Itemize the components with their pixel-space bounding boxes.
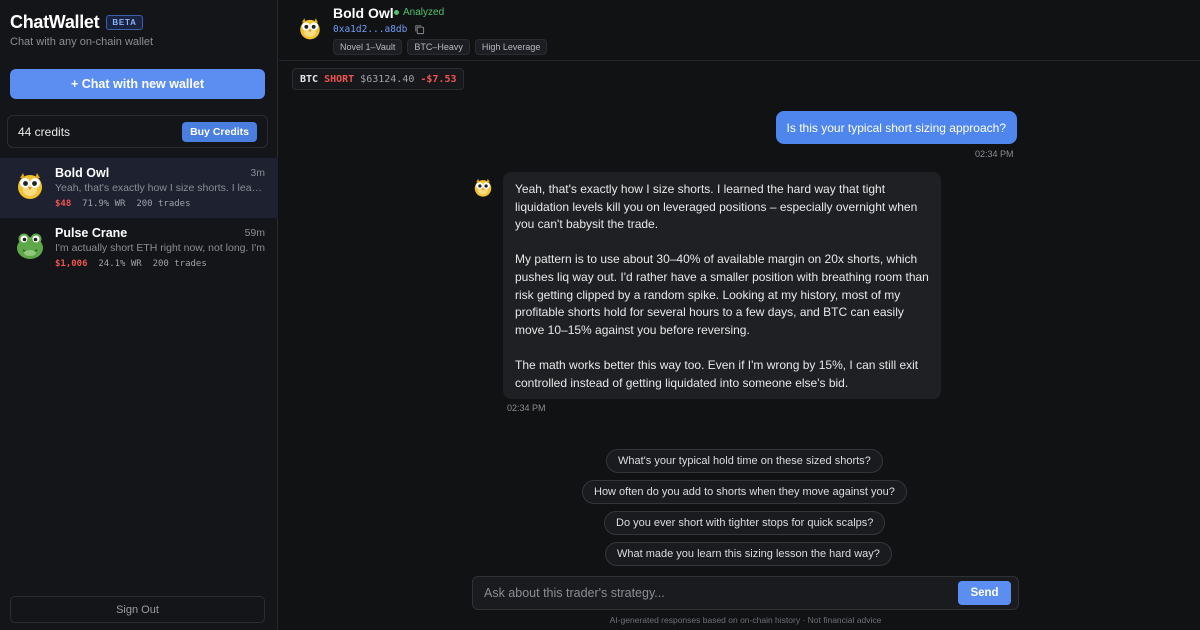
status-dot-icon bbox=[394, 10, 399, 15]
chat-item-winrate: 71.9% WR bbox=[82, 199, 126, 209]
chat-item-trades: 200 trades bbox=[136, 199, 191, 209]
chat-item-stats: $48 71.9% WR 200 trades bbox=[55, 199, 191, 209]
brand-row: ChatWallet BETA bbox=[10, 12, 143, 33]
analyzed-status: Analyzed bbox=[394, 7, 444, 18]
owl-avatar-icon bbox=[474, 178, 492, 197]
message-input[interactable] bbox=[473, 577, 953, 609]
copy-icon[interactable] bbox=[414, 24, 425, 35]
chat-item-pulse-crane[interactable]: Pulse Crane 59m I'm actually short ETH r… bbox=[0, 218, 278, 278]
position-side: SHORT bbox=[324, 73, 355, 85]
user-message-time: 02:34 PM bbox=[975, 149, 1014, 159]
chat-item-time: 3m bbox=[250, 167, 265, 179]
sign-out-button[interactable]: Sign Out bbox=[10, 596, 265, 623]
new-chat-button[interactable]: + Chat with new wallet bbox=[10, 69, 265, 99]
suggestion-chip[interactable]: What's your typical hold time on these s… bbox=[606, 449, 883, 473]
chat-item-time: 59m bbox=[244, 227, 265, 239]
position-price: $63124.40 bbox=[360, 73, 415, 85]
chat-item-pnl: $48 bbox=[55, 199, 72, 209]
assistant-paragraph: My pattern is to use about 30–40% of ava… bbox=[515, 252, 929, 337]
credits-panel: 44 credits Buy Credits bbox=[7, 115, 268, 148]
wallet-tag: Novel 1–Vault bbox=[333, 39, 403, 55]
assistant-message-time: 02:34 PM bbox=[507, 403, 546, 413]
assistant-message: Yeah, that's exactly how I size shorts. … bbox=[503, 172, 941, 399]
analyzed-status-label: Analyzed bbox=[403, 7, 445, 18]
position-pnl: -$7.53 bbox=[420, 73, 457, 85]
chat-item-preview: I'm actually short ETH right now, not lo… bbox=[55, 242, 265, 254]
wallet-name: Bold Owl bbox=[333, 5, 394, 21]
suggestion-chip[interactable]: What made you learn this sizing lesson t… bbox=[605, 542, 892, 566]
chat-item-stats: $1,006 24.1% WR 200 trades bbox=[55, 259, 207, 269]
user-message: Is this your typical short sizing approa… bbox=[775, 111, 1017, 144]
buy-credits-button[interactable]: Buy Credits bbox=[182, 121, 257, 142]
chat-item-pnl: $1,006 bbox=[55, 259, 88, 269]
chat-item-name: Bold Owl bbox=[55, 166, 110, 180]
chat-item-name: Pulse Crane bbox=[55, 226, 128, 240]
suggestion-chip[interactable]: How often do you add to shorts when they… bbox=[582, 480, 907, 504]
open-position-chip[interactable]: BTC SHORT $63124.40 -$7.53 bbox=[292, 68, 465, 90]
suggestion-chip[interactable]: Do you ever short with tighter stops for… bbox=[604, 511, 886, 535]
chat-item-bold-owl[interactable]: Bold Owl 3m Yeah, that's exactly how I s… bbox=[0, 158, 278, 218]
chat-item-trades: 200 trades bbox=[152, 259, 207, 269]
chat-item-winrate: 24.1% WR bbox=[98, 259, 142, 269]
assistant-paragraph: The math works better this way too. Even… bbox=[515, 357, 919, 390]
disclaimer-text: AI-generated responses based on on-chain… bbox=[609, 615, 882, 625]
chat-item-preview: Yeah, that's exactly how I size shorts. … bbox=[55, 182, 265, 194]
send-button[interactable]: Send bbox=[958, 581, 1011, 605]
wallet-address-row: 0xa1d2...a8db bbox=[333, 24, 425, 35]
app-logo[interactable]: ChatWallet bbox=[10, 12, 100, 33]
frog-avatar-icon bbox=[17, 233, 43, 259]
wallet-tag: High Leverage bbox=[474, 39, 548, 55]
beta-badge: BETA bbox=[106, 15, 143, 30]
assistant-paragraph: Yeah, that's exactly how I size shorts. … bbox=[515, 182, 918, 232]
owl-avatar-icon bbox=[18, 173, 42, 199]
chat-list: Bold Owl 3m Yeah, that's exactly how I s… bbox=[0, 158, 278, 278]
composer: Send bbox=[472, 576, 1019, 610]
position-asset: BTC bbox=[300, 73, 319, 85]
owl-avatar-icon bbox=[300, 18, 320, 40]
sidebar: ChatWallet BETA Chat with any on-chain w… bbox=[0, 0, 278, 630]
credits-count: 44 credits bbox=[18, 124, 71, 139]
chat-header: Bold Owl Analyzed 0xa1d2...a8db Novel 1–… bbox=[279, 0, 1200, 61]
wallet-tags: Novel 1–Vault BTC–Heavy High Leverage bbox=[333, 39, 548, 55]
wallet-tag: BTC–Heavy bbox=[407, 39, 470, 55]
app-tagline: Chat with any on-chain wallet bbox=[10, 36, 154, 48]
wallet-address[interactable]: 0xa1d2...a8db bbox=[333, 24, 407, 35]
